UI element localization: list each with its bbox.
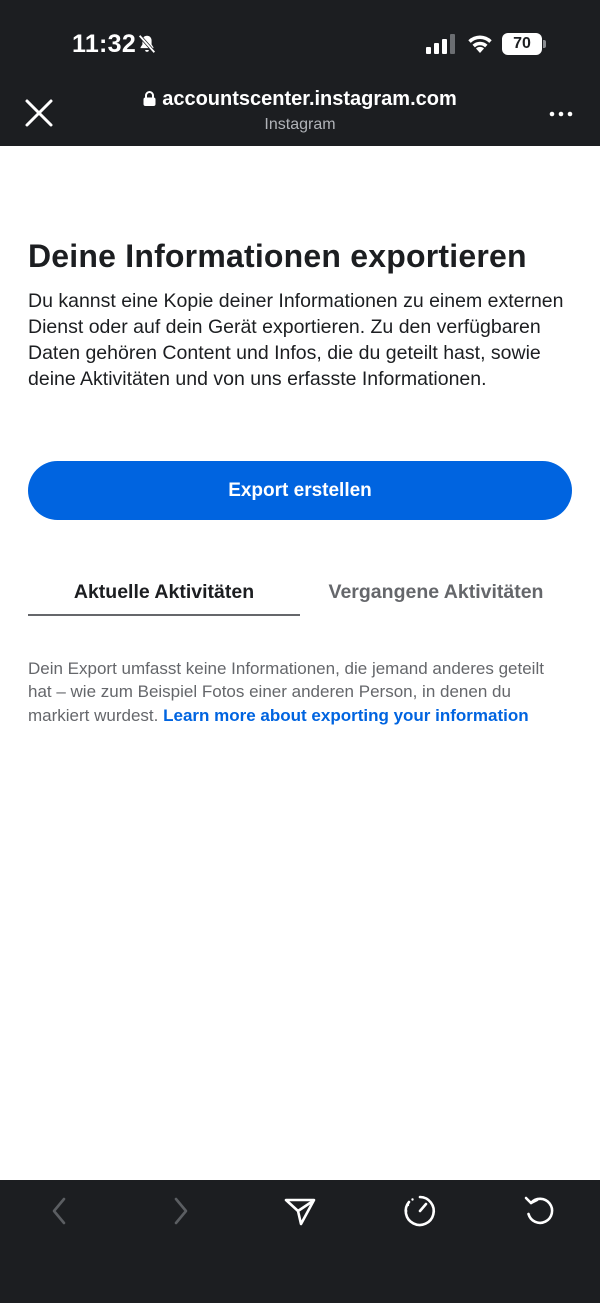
page-description: Du kannst eine Kopie deiner Informatione… [28,290,564,390]
browser-header: 11:32 70 accountscenter.instagram.com In… [0,0,600,146]
battery-indicator: 70 [502,33,546,55]
address-bar[interactable]: accountscenter.instagram.com [0,88,600,111]
page-title: Deine Informationen exportieren [28,238,527,274]
activity-tabs: Aktuelle Aktivitäten Vergangene Aktivitä… [28,570,572,616]
chevron-right-icon[interactable] [162,1193,198,1229]
status-time: 11:32 [72,30,137,58]
wifi-icon [468,35,492,53]
signal-icon [426,34,455,54]
export-footnote: Dein Export umfasst keine Informationen,… [28,657,572,727]
chevron-left-icon[interactable] [42,1193,78,1229]
send-icon[interactable] [282,1193,318,1229]
tab-current-activity[interactable]: Aktuelle Aktivitäten [28,570,300,616]
battery-tip [543,40,546,48]
bell-slash-icon [138,34,156,54]
speedometer-icon[interactable] [402,1193,438,1229]
learn-more-link[interactable]: Learn more about exporting your informat… [163,706,529,725]
reload-icon[interactable] [522,1193,558,1229]
tab-past-activity[interactable]: Vergangene Aktivitäten [300,570,572,616]
create-export-button[interactable]: Export erstellen [28,461,572,520]
more-icon[interactable] [546,104,576,124]
battery-level: 70 [502,33,542,55]
lock-icon [143,91,156,106]
url-text: accountscenter.instagram.com [162,88,457,110]
site-name: Instagram [264,116,336,133]
